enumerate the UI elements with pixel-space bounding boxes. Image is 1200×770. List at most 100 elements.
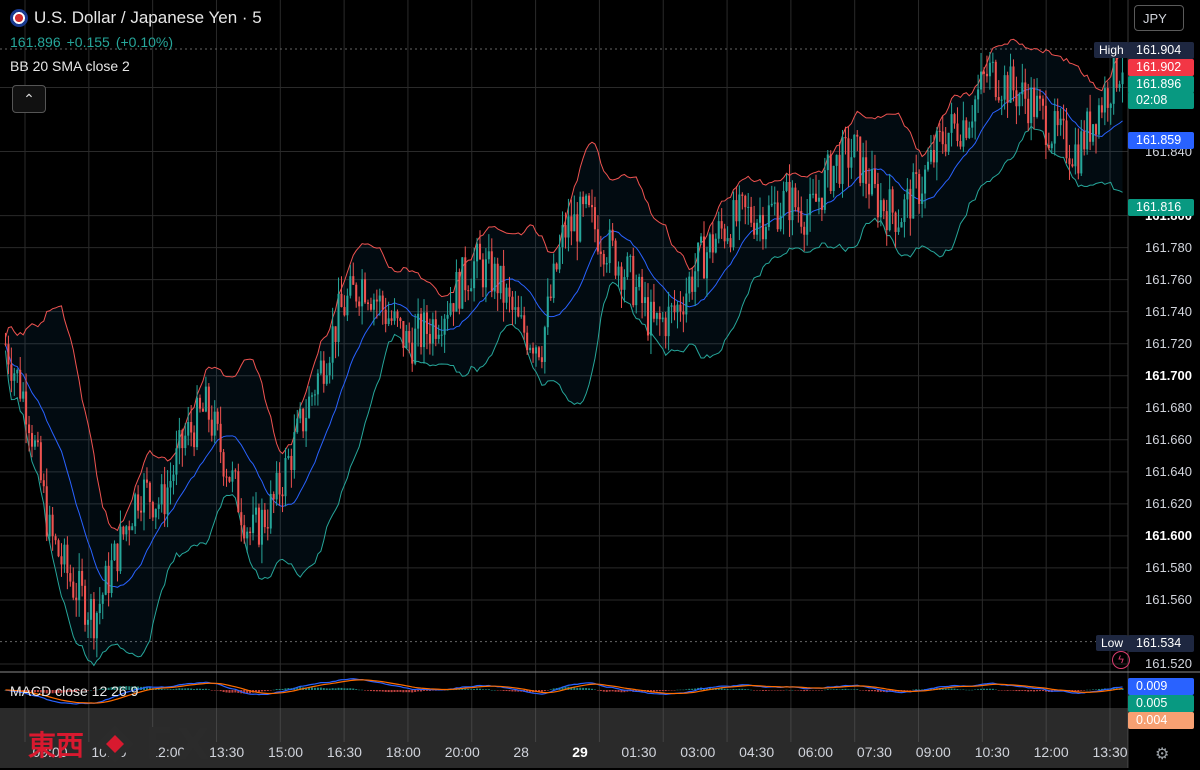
macd-histogram-bar [381,690,384,692]
candle-body [428,333,431,344]
candle-body [281,494,284,497]
candle-body [89,598,92,620]
candle-body [944,144,947,152]
candle-body [140,510,143,513]
candle-body [812,193,815,195]
candle-body [92,598,95,639]
macd-histogram-bar [1041,690,1044,692]
macd-histogram-bar [1080,690,1083,691]
candle-body [1080,131,1083,174]
macd-histogram-bar [1036,690,1039,692]
macd-histogram-bar [511,690,514,692]
candle-body [134,494,137,527]
candle-body [770,203,773,206]
macd-histogram-bar [1086,689,1089,691]
candle-body [646,297,650,336]
collapse-legend-button[interactable]: ⌃ [12,85,46,113]
candle-body [806,214,809,235]
macd-histogram-bar [812,690,815,691]
candle-body [841,137,844,184]
macd-histogram-bar [956,689,959,690]
macd-histogram-bar [393,690,396,692]
time-axis-label: 20:00 [444,744,480,760]
price-axis-label: 161.560 [1145,591,1192,607]
candle-body [865,157,868,184]
candle-body [22,391,25,399]
macd-histogram-bar [608,690,611,692]
candle-body [617,266,620,276]
time-axis-label: 13:30 [1092,744,1128,760]
candle-body [803,226,806,235]
macd-histogram-bar [590,688,594,690]
candle-body [305,417,308,432]
macd-histogram-bar [579,687,582,690]
candle-body [868,183,871,195]
candle-body [455,272,458,312]
candle-body [900,222,903,228]
candle-body [641,276,644,303]
bolt-icon[interactable]: ϟ [1112,651,1130,669]
candle-body [688,276,691,294]
candle-body [838,154,841,184]
candle-body [302,408,305,432]
macd-histogram-bar [1027,690,1030,692]
macd-histogram-bar [670,690,673,691]
macd-histogram-bar [284,688,287,690]
change-value: +0.155 [66,34,110,50]
macd-histogram-bar [201,688,204,690]
candle-body [284,458,287,497]
candle-body [820,197,823,210]
candle-body [809,193,812,215]
candle-body [1009,66,1012,103]
macd-histogram-bar [1038,690,1042,692]
candle-body [408,331,411,343]
candle-body [552,263,555,299]
macd-histogram-bar [1021,690,1024,691]
candle-body [213,411,216,436]
macd-histogram-bar [806,690,809,691]
macd-histogram-bar [331,688,334,690]
candle-body [405,331,408,348]
macd-histogram-bar [222,690,225,692]
macd-histogram-bar [596,690,599,691]
macd-histogram-bar [738,688,741,690]
candle-body [537,347,540,358]
candle-body [870,169,874,195]
candle-body [773,202,776,204]
candle-body [897,227,900,232]
settings-gear-icon[interactable]: ⚙ [1155,744,1175,764]
indicator-legend[interactable]: BB 20 SMA close 2 [10,58,130,74]
candle-body [832,165,835,192]
currency-button[interactable]: JPY [1134,5,1184,31]
candle-body [216,411,219,424]
macd-histogram-bar [278,688,281,690]
macd-legend[interactable]: MACD close 12 26 9 [10,683,138,699]
macd-histogram-bar [838,689,841,690]
macd-histogram-bar [325,688,328,690]
candle-body [122,526,125,535]
price-axis-label: 161.760 [1145,271,1192,287]
macd-histogram-bar [387,690,390,693]
candle-body [1041,98,1044,106]
bb-basis-tag: 161.859 [1128,132,1194,149]
macd-histogram-bar [735,689,738,690]
chart-canvas[interactable] [0,0,1200,768]
symbol-title[interactable]: U.S. Dollar / Japanese Yen · 5 [34,8,262,28]
candle-body [81,570,84,586]
macd-histogram-bar [275,689,278,690]
macd-histogram-bar [602,690,605,692]
macd-histogram-bar [853,689,856,690]
candle-body [119,526,122,572]
macd-histogram-bar [375,690,378,692]
candle-body [287,455,290,459]
macd-histogram-bar [260,690,263,692]
candle-body [747,206,750,208]
candle-body [702,236,706,279]
macd-histogram-bar [691,688,694,690]
candle-body [1033,87,1036,117]
candle-body [1106,88,1109,108]
macd-histogram-bar [732,688,735,690]
candle-body [685,293,688,315]
candle-body [932,149,935,163]
macd-histogram-bar [847,689,850,690]
